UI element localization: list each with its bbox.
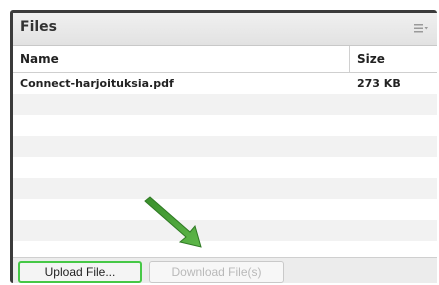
- empty-row: [13, 115, 437, 136]
- file-size-cell: 273 KB: [357, 77, 401, 90]
- empty-row: [13, 199, 437, 220]
- empty-row: [13, 220, 437, 241]
- panel-menu-icon[interactable]: [413, 21, 429, 35]
- panel-title: Files: [20, 19, 57, 35]
- file-name-cell: Connect-harjoituksia.pdf: [20, 77, 174, 90]
- upload-file-button[interactable]: Upload File...: [18, 261, 142, 283]
- empty-row: [13, 136, 437, 157]
- green-arrow-icon: [144, 196, 202, 248]
- column-header-size[interactable]: Size: [357, 52, 385, 66]
- column-header-name[interactable]: Name: [20, 52, 59, 66]
- download-files-button[interactable]: Download File(s): [149, 261, 284, 283]
- table-header: Name Size: [13, 46, 437, 73]
- panel-titlebar: Files: [13, 13, 437, 46]
- panel-footer: Upload File... Download File(s): [13, 257, 437, 283]
- empty-row: [13, 157, 437, 178]
- table-row[interactable]: Connect-harjoituksia.pdf 273 KB: [13, 73, 437, 94]
- empty-row: [13, 178, 437, 199]
- empty-row: [13, 94, 437, 115]
- column-divider[interactable]: [349, 46, 350, 72]
- files-panel: Files Name Size Connect-harjoituksia.pdf…: [13, 13, 437, 283]
